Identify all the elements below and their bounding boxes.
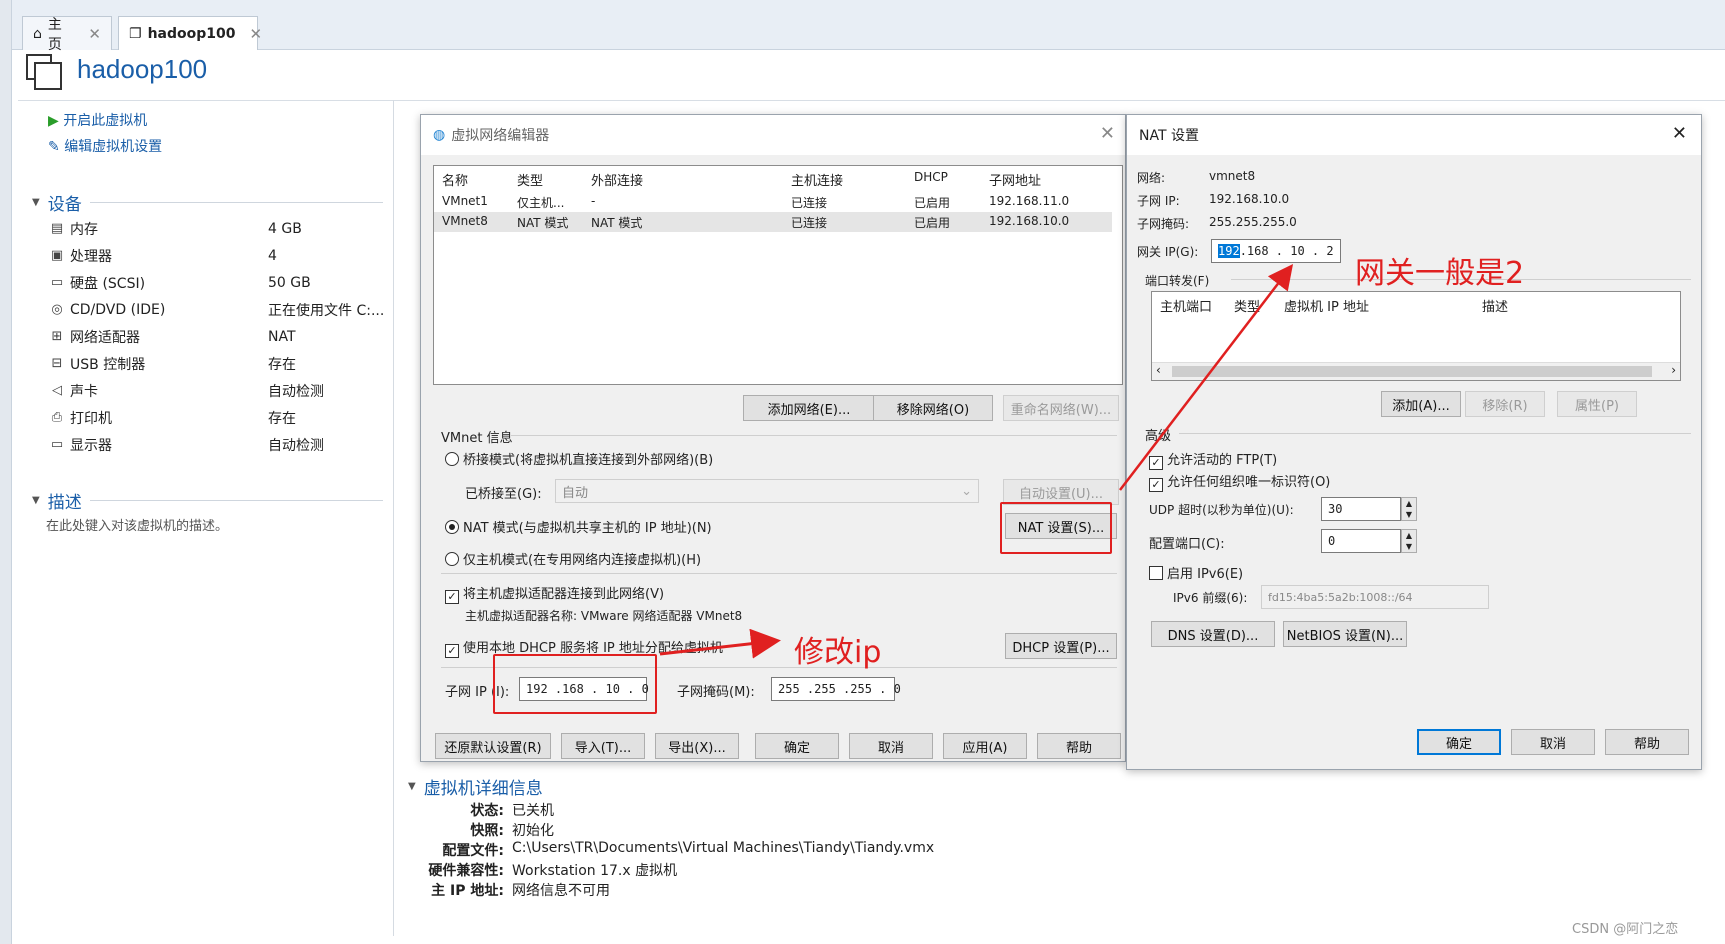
arrow-to-gateway [1119, 264, 1294, 491]
annotation-arrows [659, 264, 1294, 659]
arrow-to-subnet-ip [659, 628, 781, 659]
watermark: CSDN @阿门之恋 [1572, 922, 1679, 937]
